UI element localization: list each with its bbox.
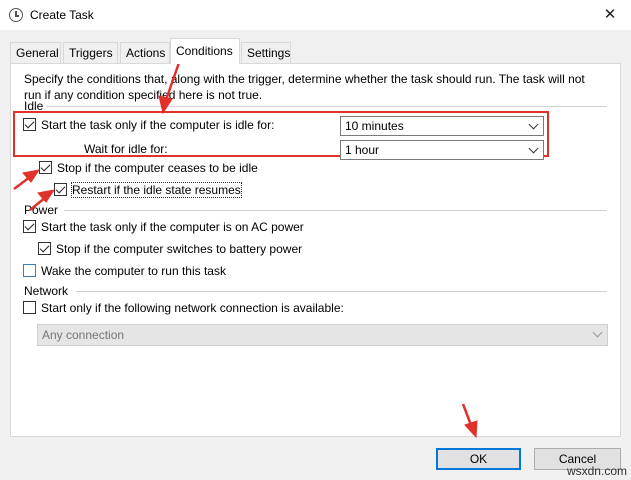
tab-general[interactable]: General — [10, 42, 61, 64]
restart-if-resumes-row[interactable]: Restart if the idle state resumes — [54, 181, 242, 199]
start-if-idle-checkbox[interactable] — [23, 118, 36, 131]
wait-duration-select[interactable]: 1 hour — [340, 140, 544, 160]
tab-settings[interactable]: Settings — [241, 42, 291, 64]
intro-line-1: Specify the conditions that, along with … — [24, 72, 585, 86]
intro-text: Specify the conditions that, along with … — [24, 71, 604, 103]
chevron-down-icon — [592, 327, 603, 338]
battery-stop-row[interactable]: Stop if the computer switches to battery… — [38, 240, 302, 258]
stop-if-ceases-checkbox[interactable] — [39, 161, 52, 174]
wait-duration-value: 1 hour — [345, 143, 380, 157]
ac-power-row[interactable]: Start the task only if the computer is o… — [23, 218, 304, 236]
restart-if-resumes-checkbox[interactable] — [54, 183, 67, 196]
stop-if-ceases-row[interactable]: Stop if the computer ceases to be idle — [39, 159, 258, 177]
wait-for-idle-label: Wait for idle for: — [84, 142, 168, 156]
chevron-down-icon — [528, 143, 539, 154]
battery-stop-label: Stop if the computer switches to battery… — [56, 242, 303, 256]
network-connection-value: Any connection — [42, 328, 125, 342]
chevron-down-icon — [528, 119, 539, 130]
watermark-text: wsxdn.com — [566, 464, 627, 478]
wake-label: Wake the computer to run this task — [41, 264, 226, 278]
tab-triggers[interactable]: Triggers — [63, 42, 118, 64]
ac-power-checkbox[interactable] — [23, 220, 36, 233]
power-divider — [64, 210, 607, 211]
stop-if-ceases-label: Stop if the computer ceases to be idle — [57, 161, 258, 175]
power-section-label: Power — [24, 203, 62, 217]
network-condition-label: Start only if the following network conn… — [41, 301, 344, 315]
start-if-idle-row[interactable]: Start the task only if the computer is i… — [23, 116, 274, 134]
tab-actions[interactable]: Actions — [120, 42, 170, 64]
intro-line-2: run if any condition specified here is n… — [24, 88, 263, 102]
title-bar: Create Task ✕ — [0, 0, 631, 30]
wake-checkbox[interactable] — [23, 264, 36, 277]
network-condition-row[interactable]: Start only if the following network conn… — [23, 299, 344, 317]
network-section-label: Network — [24, 284, 72, 298]
idle-duration-value: 10 minutes — [345, 119, 404, 133]
battery-stop-checkbox[interactable] — [38, 242, 51, 255]
start-if-idle-label: Start the task only if the computer is i… — [41, 118, 275, 132]
restart-if-resumes-label: Restart if the idle state resumes — [71, 182, 242, 198]
idle-duration-select[interactable]: 10 minutes — [340, 116, 544, 136]
tab-conditions[interactable]: Conditions — [170, 38, 240, 64]
wake-row[interactable]: Wake the computer to run this task — [23, 262, 226, 280]
ok-button[interactable]: OK — [436, 448, 521, 470]
network-divider — [76, 291, 607, 292]
clock-icon — [9, 8, 23, 22]
window-title: Create Task — [30, 8, 94, 22]
close-icon[interactable]: ✕ — [599, 4, 621, 26]
network-condition-checkbox[interactable] — [23, 301, 36, 314]
ac-power-label: Start the task only if the computer is o… — [41, 220, 304, 234]
network-connection-select[interactable]: Any connection — [37, 324, 608, 346]
idle-divider — [42, 106, 607, 107]
